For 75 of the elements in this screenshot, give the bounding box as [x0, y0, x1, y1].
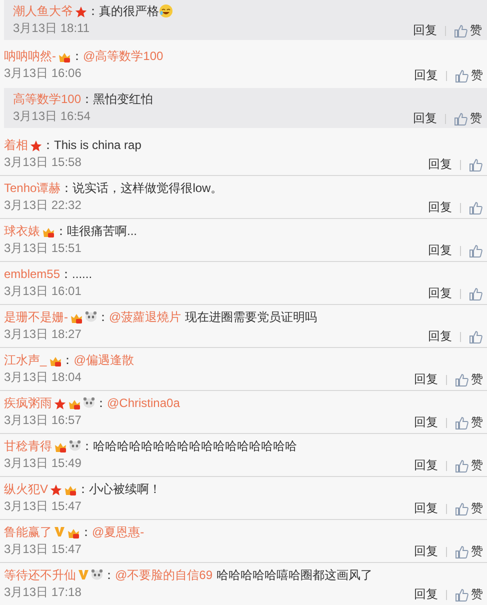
reply-link[interactable]: 回复 [428, 285, 452, 302]
comment-text: 小心被续啊！ [89, 481, 162, 498]
reply-link[interactable]: 回复 [414, 371, 438, 388]
comment-text: ...... [72, 266, 92, 283]
thumbs-up-icon [454, 112, 468, 126]
reply-link[interactable]: 回复 [428, 156, 452, 173]
thumbs-up-icon [469, 286, 483, 300]
like-link[interactable]: 赞 [470, 22, 482, 39]
colon-text: ： [81, 438, 93, 455]
colon-text: ： [60, 266, 72, 283]
thumbs-up-icon [455, 372, 469, 386]
thumbs-up-icon [455, 544, 469, 558]
reply-link[interactable]: 回复 [413, 110, 437, 127]
timestamp: 3月13日 15:58 [4, 154, 82, 171]
timestamp: 3月13日 18:04 [4, 369, 82, 386]
colon-text: ： [62, 352, 74, 369]
like-link[interactable]: 赞 [471, 457, 483, 474]
comment-text: 哈哈哈哈哈嘻哈圈都这画风了 [216, 567, 373, 584]
reply-link[interactable]: 回复 [428, 242, 452, 259]
timestamp: 3月13日 15:47 [4, 498, 82, 515]
thumbs-up-icon [469, 200, 483, 214]
colon-text: ： [95, 395, 107, 412]
colon-text: ： [87, 3, 99, 20]
colon-text: ： [81, 91, 94, 108]
reply-link[interactable]: 回复 [414, 67, 438, 84]
thumbs-up-icon [454, 24, 468, 38]
colon-text: ： [71, 48, 83, 65]
reply-link[interactable]: 回复 [414, 457, 438, 474]
thumbs-up-icon [455, 588, 469, 602]
like-link[interactable]: 赞 [470, 110, 482, 127]
timestamp: 3月13日 16:06 [4, 65, 82, 82]
thumbs-up-icon [455, 68, 469, 82]
reply-link[interactable]: 回复 [414, 414, 438, 431]
comment-text: This is china rap [54, 137, 142, 154]
like-link[interactable]: 赞 [471, 67, 483, 84]
thumbs-up-icon [469, 244, 483, 258]
timestamp: 3月13日 16:57 [4, 412, 82, 429]
like-link[interactable]: 赞 [471, 500, 483, 517]
comment-text: 哇很痛苦啊... [67, 223, 138, 240]
thumbs-up-icon [469, 158, 483, 172]
comment-text: 说实话，这样做觉得很low。 [72, 180, 223, 197]
comment-text: 真的很严格 [99, 3, 159, 20]
timestamp: 3月13日 16:01 [4, 283, 82, 300]
colon-text: ： [77, 481, 90, 498]
timestamp: 3月13日 15:51 [4, 240, 82, 257]
timestamp: 3月13日 18:27 [4, 326, 82, 343]
timestamp: 3月13日 17:18 [4, 584, 82, 601]
reply-link[interactable]: 回复 [414, 543, 438, 560]
like-link[interactable]: 赞 [471, 543, 483, 560]
reply-link[interactable]: 回复 [428, 199, 452, 216]
thumbs-up-icon [455, 416, 469, 430]
timestamp: 3月13日 15:49 [4, 455, 82, 472]
colon-text: ： [42, 137, 54, 154]
reply-link[interactable]: 回复 [414, 586, 438, 603]
thumbs-up-icon [469, 330, 483, 344]
colon-text: ： [103, 567, 115, 584]
reply-link[interactable]: 回复 [428, 328, 452, 345]
like-link[interactable]: 赞 [471, 414, 483, 431]
colon-text: ： [60, 180, 73, 197]
reply-link[interactable]: 回复 [414, 500, 438, 517]
timestamp: 3月13日 18:11 [13, 20, 90, 37]
comment-text: 黑怕变红怕 [93, 91, 154, 108]
timestamp: 3月13日 16:54 [13, 108, 90, 125]
comment-text: 哈哈哈哈哈哈哈哈哈哈哈哈哈哈哈哈哈 [93, 438, 297, 455]
timestamp: 3月13日 15:47 [4, 541, 82, 558]
thumbs-up-icon [455, 502, 469, 516]
like-link[interactable]: 赞 [471, 371, 483, 388]
like-link[interactable]: 赞 [471, 586, 483, 603]
colon-text: ： [55, 223, 67, 240]
colon-text: ： [97, 309, 109, 326]
thumbs-up-icon [455, 458, 469, 472]
comment-text: 现在进圈需要党员证明吗 [185, 309, 318, 326]
timestamp: 3月13日 22:32 [4, 197, 82, 214]
colon-text: ： [80, 524, 92, 541]
reply-link[interactable]: 回复 [413, 22, 437, 39]
